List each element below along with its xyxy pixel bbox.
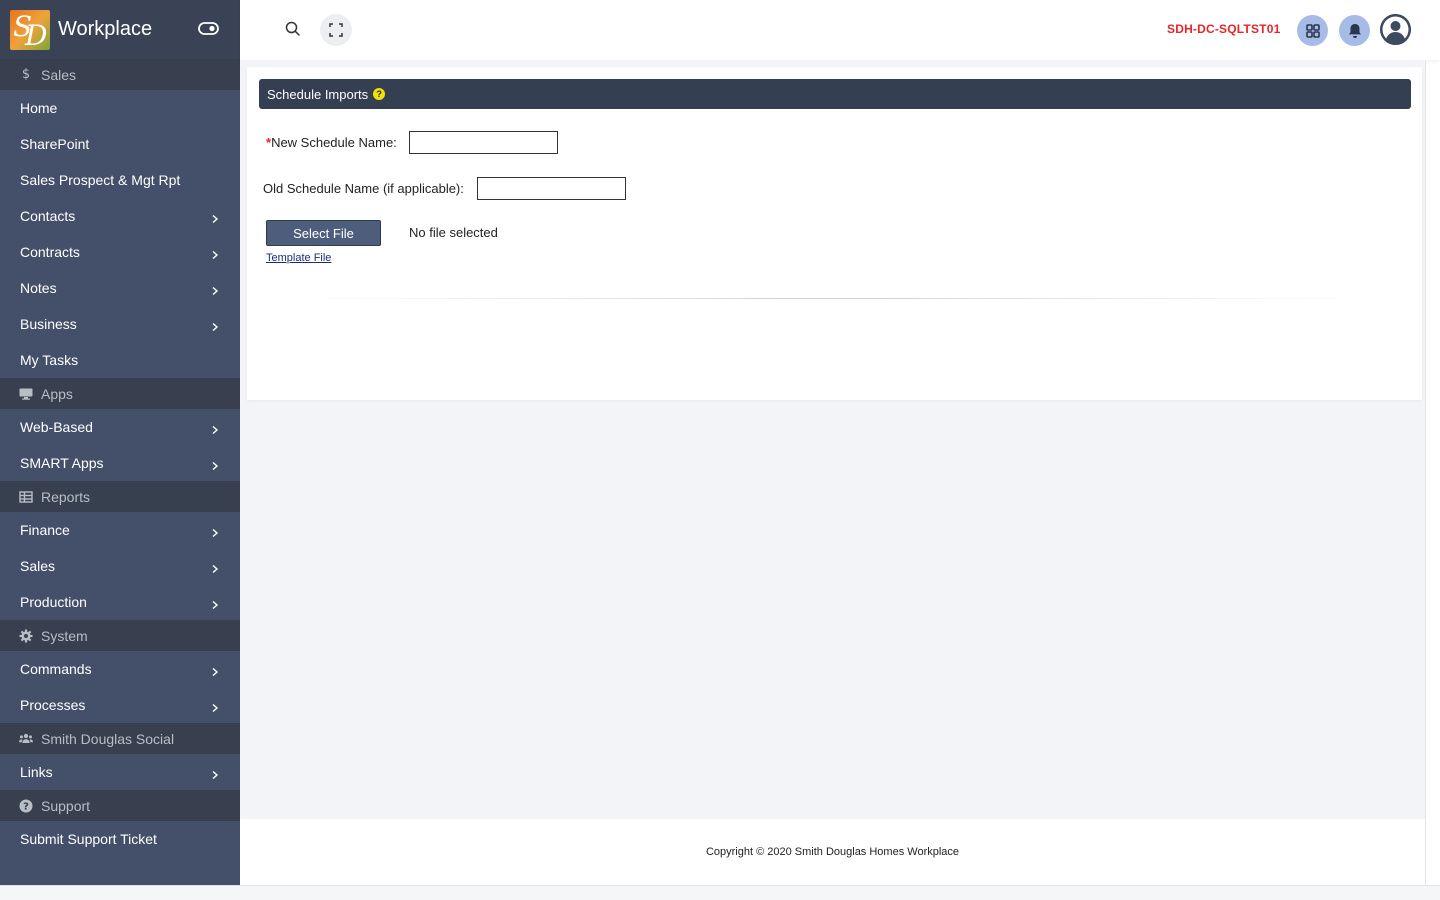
sidebar-section-reports: Reports [0, 481, 240, 512]
sidebar-item-label: SharePoint [20, 136, 90, 152]
new-schedule-label-wrap: *New Schedule Name: [266, 135, 397, 150]
file-status-text: No file selected [409, 225, 498, 240]
fullscreen-icon[interactable] [320, 14, 352, 46]
users-icon [19, 732, 33, 746]
sidebar-section-label: Support [41, 797, 91, 814]
server-name: SDH-DC-SQLTST01 [1167, 22, 1281, 36]
chevron-right-icon [210, 458, 220, 471]
sidebar-item-label: Contacts [20, 208, 76, 224]
sidebar-item-production[interactable]: Production [0, 584, 240, 620]
sidebar-item-submit-support-ticket[interactable]: Submit Support Ticket [0, 821, 240, 857]
sidebar-section-sales: $ Sales [0, 59, 240, 90]
company-logo[interactable]: S D [10, 9, 50, 50]
template-file-link[interactable]: Template File [266, 252, 331, 264]
chevron-right-icon [210, 597, 220, 610]
sidebar-item-sales[interactable]: Sales [0, 548, 240, 584]
sidebar-item-label: Sales [20, 558, 56, 574]
select-file-button[interactable]: Select File [266, 220, 381, 246]
logo-letter-d: D [25, 18, 48, 50]
schedule-imports-card: Schedule Imports ? *New Schedule Name: O… [247, 67, 1422, 400]
sidebar-item-web-based[interactable]: Web-Based [0, 409, 240, 445]
sidebar-item-contacts[interactable]: Contacts [0, 198, 240, 234]
help-icon[interactable]: ? [373, 88, 386, 100]
sidebar-item-label: Finance [20, 522, 70, 538]
chevron-right-icon [210, 561, 220, 574]
copyright-text: Copyright © 2020 Smith Douglas Homes Wor… [705, 846, 960, 858]
sidebar-section-apps: Apps [0, 378, 240, 409]
chevron-right-icon [210, 247, 220, 260]
sidebar-item-label: Notes [20, 280, 57, 296]
gear-icon [19, 629, 33, 643]
dollar-icon: $ [21, 67, 31, 82]
question-icon: ? [19, 799, 33, 813]
chevron-right-icon [210, 767, 220, 780]
app-title: Workplace [58, 18, 153, 40]
sidebar-item-links[interactable]: Links [0, 754, 240, 790]
brand-bar: S D Workplace [0, 0, 240, 59]
sidebar-item-label: Commands [20, 661, 92, 677]
bottom-scrollbar-area [0, 885, 1440, 900]
sidebar-item-label: Sales Prospect & Mgt Rpt [20, 172, 181, 188]
sidebar-item-label: My Tasks [20, 352, 79, 368]
sidebar-item-sales-prospect-mgt-rpt[interactable]: Sales Prospect & Mgt Rpt [0, 162, 240, 198]
chevron-right-icon [210, 319, 220, 332]
sidebar-section-label: Smith Douglas Social [41, 730, 175, 747]
sidebar-section-label: Apps [41, 385, 73, 402]
sidebar-section-label: System [41, 627, 88, 644]
old-schedule-name-input[interactable] [477, 177, 626, 200]
sidebar-item-commands[interactable]: Commands [0, 651, 240, 687]
sidebar-nav: $ Sales Home SharePoint Sales Prospect & Mgt… [0, 59, 240, 857]
table-icon [19, 490, 33, 504]
sidebar-section-system: System [0, 620, 240, 651]
page-title: Schedule Imports [267, 86, 369, 102]
sidebar-item-contracts[interactable]: Contracts [0, 234, 240, 270]
chevron-right-icon [210, 283, 220, 296]
chevron-right-icon [210, 664, 220, 677]
sidebar-section-label: Reports [41, 488, 91, 505]
search-icon[interactable] [284, 20, 302, 38]
desktop-icon [19, 387, 33, 401]
chevron-right-icon [210, 525, 220, 538]
user-icon[interactable] [1380, 14, 1411, 45]
chevron-right-icon [210, 422, 220, 435]
new-schedule-label: New Schedule Name: [271, 135, 397, 150]
sidebar-item-label: SMART Apps [20, 455, 104, 471]
sidebar-item-business[interactable]: Business [0, 306, 240, 342]
sidebar-item-label: Processes [20, 697, 86, 713]
bell-icon[interactable] [1339, 15, 1370, 46]
sidebar: S D Workplace $ Sales Home SharePoint Sales … [0, 0, 240, 885]
sidebar-toggle-icon[interactable] [198, 21, 219, 36]
sidebar-item-smart-apps[interactable]: SMART Apps [0, 445, 240, 481]
footer: Copyright © 2020 Smith Douglas Homes Wor… [240, 819, 1425, 885]
old-schedule-label: Old Schedule Name (if applicable): [263, 181, 464, 196]
svg-text:?: ? [23, 801, 29, 812]
card-header: Schedule Imports ? [259, 79, 1411, 109]
sidebar-item-label: Web-Based [20, 419, 93, 435]
sidebar-item-label: Links [20, 764, 53, 780]
right-border [1425, 60, 1426, 885]
sidebar-item-label: Contracts [20, 244, 80, 260]
sidebar-item-label: Production [20, 594, 87, 610]
chevron-right-icon [210, 211, 220, 224]
sidebar-item-notes[interactable]: Notes [0, 270, 240, 306]
apps-grid-icon[interactable] [1297, 15, 1328, 46]
topbar: SDH-DC-SQLTST01 [240, 0, 1440, 60]
sidebar-item-label: Business [20, 316, 77, 332]
sidebar-item-home[interactable]: Home [0, 90, 240, 126]
sidebar-item-processes[interactable]: Processes [0, 687, 240, 723]
new-schedule-name-input[interactable] [409, 131, 558, 154]
chevron-right-icon [210, 700, 220, 713]
divider [297, 298, 1367, 299]
sidebar-item-label: Submit Support Ticket [20, 831, 157, 847]
sidebar-section-smith-douglas-social: Smith Douglas Social [0, 723, 240, 754]
sidebar-item-finance[interactable]: Finance [0, 512, 240, 548]
sidebar-section-label: Sales [41, 66, 77, 83]
sidebar-item-label: Home [20, 100, 58, 116]
sidebar-item-sharepoint[interactable]: SharePoint [0, 126, 240, 162]
sidebar-section-support: ? Support [0, 790, 240, 821]
sidebar-item-my-tasks[interactable]: My Tasks [0, 342, 240, 378]
